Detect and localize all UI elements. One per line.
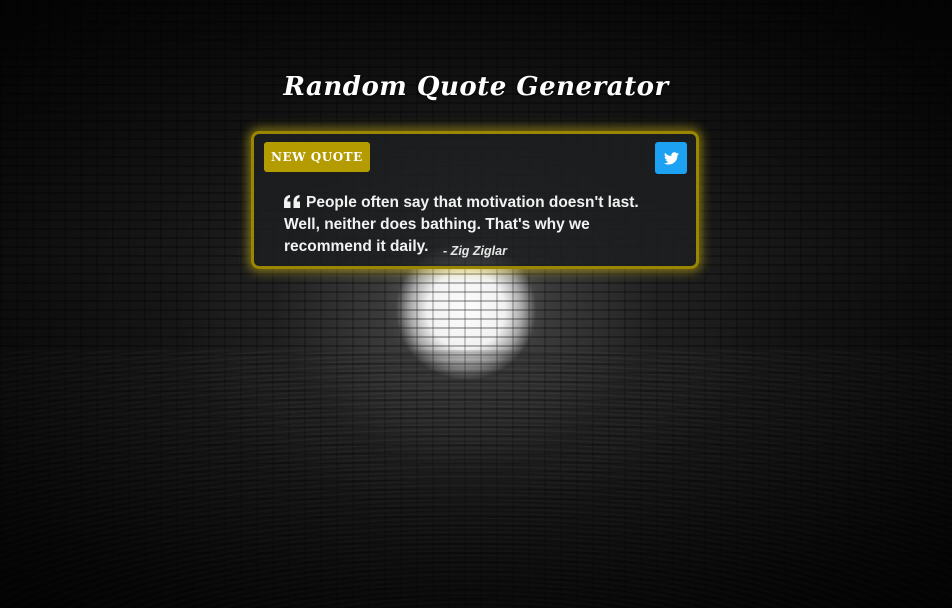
twitter-icon	[663, 151, 679, 164]
quote-card: New Quote People often say that motivati…	[251, 131, 699, 269]
page-title: Random Quote Generator	[283, 72, 669, 102]
new-quote-button[interactable]: New Quote	[264, 142, 370, 172]
quote-left-icon	[284, 195, 300, 208]
tweet-button[interactable]	[655, 142, 687, 174]
quote-author: - Zig Ziglar	[443, 244, 507, 258]
